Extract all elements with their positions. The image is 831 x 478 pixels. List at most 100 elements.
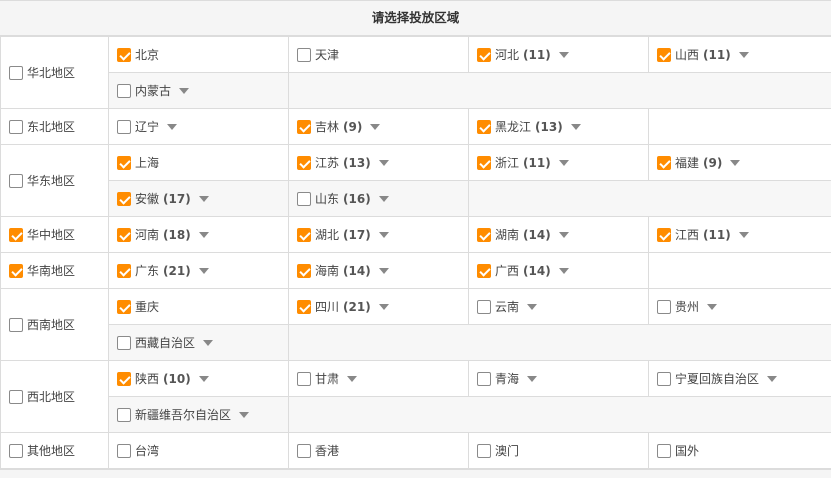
province-checkbox[interactable] [477, 48, 491, 62]
province-option[interactable]: 青海 [469, 361, 649, 397]
chevron-down-icon[interactable] [347, 376, 357, 382]
province-checkbox[interactable] [297, 192, 311, 206]
chevron-down-icon[interactable] [739, 52, 749, 58]
chevron-down-icon[interactable] [179, 88, 189, 94]
chevron-down-icon[interactable] [239, 412, 249, 418]
chevron-down-icon[interactable] [199, 232, 209, 238]
chevron-down-icon[interactable] [559, 268, 569, 274]
province-option[interactable]: 湖南(14) [469, 217, 649, 253]
region-cell-huabei[interactable]: 华北地区 [1, 37, 109, 109]
province-option[interactable]: 新疆维吾尔自治区 [109, 397, 289, 433]
province-checkbox[interactable] [657, 228, 671, 242]
chevron-down-icon[interactable] [379, 268, 389, 274]
province-checkbox[interactable] [297, 156, 311, 170]
province-option[interactable]: 澳门 [469, 433, 649, 469]
province-checkbox[interactable] [477, 120, 491, 134]
province-checkbox[interactable] [297, 48, 311, 62]
province-option[interactable]: 辽宁 [109, 109, 289, 145]
chevron-down-icon[interactable] [379, 196, 389, 202]
province-checkbox[interactable] [117, 336, 131, 350]
chevron-down-icon[interactable] [559, 52, 569, 58]
province-checkbox[interactable] [477, 372, 491, 386]
region-cell-huazhong[interactable]: 华中地区 [1, 217, 109, 253]
region-cell-huanan[interactable]: 华南地区 [1, 253, 109, 289]
region-cell-qita[interactable]: 其他地区 [1, 433, 109, 469]
chevron-down-icon[interactable] [203, 340, 213, 346]
region-cell-dongbei[interactable]: 东北地区 [1, 109, 109, 145]
chevron-down-icon[interactable] [379, 232, 389, 238]
province-checkbox[interactable] [117, 228, 131, 242]
province-option[interactable]: 天津 [289, 37, 469, 73]
province-checkbox[interactable] [657, 444, 671, 458]
province-option[interactable]: 广西(14) [469, 253, 649, 289]
province-option[interactable]: 安徽(17) [109, 181, 289, 217]
province-checkbox[interactable] [477, 300, 491, 314]
chevron-down-icon[interactable] [527, 376, 537, 382]
region-cell-huadong[interactable]: 华东地区 [1, 145, 109, 217]
chevron-down-icon[interactable] [370, 124, 380, 130]
province-option[interactable]: 湖北(17) [289, 217, 469, 253]
province-option[interactable]: 甘肃 [289, 361, 469, 397]
region-checkbox-huabei[interactable] [9, 66, 23, 80]
province-option[interactable]: 西藏自治区 [109, 325, 289, 361]
province-checkbox[interactable] [657, 300, 671, 314]
province-checkbox[interactable] [297, 264, 311, 278]
province-checkbox[interactable] [297, 300, 311, 314]
region-cell-xinan[interactable]: 西南地区 [1, 289, 109, 361]
chevron-down-icon[interactable] [730, 160, 740, 166]
region-checkbox-xinan[interactable] [9, 318, 23, 332]
province-checkbox[interactable] [657, 156, 671, 170]
province-checkbox[interactable] [117, 300, 131, 314]
region-cell-xibei[interactable]: 西北地区 [1, 361, 109, 433]
province-option[interactable]: 四川(21) [289, 289, 469, 325]
province-checkbox[interactable] [477, 156, 491, 170]
region-checkbox-xibei[interactable] [9, 390, 23, 404]
province-checkbox[interactable] [117, 156, 131, 170]
province-option[interactable]: 宁夏回族自治区 [649, 361, 831, 397]
region-checkbox-huanan[interactable] [9, 264, 23, 278]
province-option[interactable]: 贵州 [649, 289, 831, 325]
chevron-down-icon[interactable] [739, 232, 749, 238]
province-checkbox[interactable] [657, 48, 671, 62]
province-checkbox[interactable] [477, 228, 491, 242]
province-checkbox[interactable] [477, 264, 491, 278]
province-option[interactable]: 山东(16) [289, 181, 469, 217]
province-checkbox[interactable] [117, 372, 131, 386]
province-option[interactable]: 浙江(11) [469, 145, 649, 181]
chevron-down-icon[interactable] [767, 376, 777, 382]
province-checkbox[interactable] [117, 84, 131, 98]
province-checkbox[interactable] [117, 48, 131, 62]
region-checkbox-huazhong[interactable] [9, 228, 23, 242]
province-option[interactable]: 黑龙江(13) [469, 109, 649, 145]
chevron-down-icon[interactable] [199, 376, 209, 382]
province-option[interactable]: 吉林(9) [289, 109, 469, 145]
chevron-down-icon[interactable] [379, 160, 389, 166]
chevron-down-icon[interactable] [199, 196, 209, 202]
chevron-down-icon[interactable] [571, 124, 581, 130]
region-checkbox-qita[interactable] [9, 444, 23, 458]
province-option[interactable]: 海南(14) [289, 253, 469, 289]
province-checkbox[interactable] [297, 228, 311, 242]
chevron-down-icon[interactable] [527, 304, 537, 310]
province-option[interactable]: 福建(9) [649, 145, 831, 181]
province-option[interactable]: 香港 [289, 433, 469, 469]
province-option[interactable]: 台湾 [109, 433, 289, 469]
province-option[interactable]: 河南(18) [109, 217, 289, 253]
province-option[interactable]: 江苏(13) [289, 145, 469, 181]
chevron-down-icon[interactable] [707, 304, 717, 310]
province-option[interactable]: 陕西(10) [109, 361, 289, 397]
chevron-down-icon[interactable] [379, 304, 389, 310]
province-checkbox[interactable] [117, 192, 131, 206]
province-checkbox[interactable] [117, 408, 131, 422]
province-option[interactable]: 上海 [109, 145, 289, 181]
chevron-down-icon[interactable] [559, 232, 569, 238]
province-checkbox[interactable] [657, 372, 671, 386]
province-option[interactable]: 云南 [469, 289, 649, 325]
province-checkbox[interactable] [117, 444, 131, 458]
province-checkbox[interactable] [117, 264, 131, 278]
chevron-down-icon[interactable] [199, 268, 209, 274]
region-checkbox-dongbei[interactable] [9, 120, 23, 134]
province-option[interactable]: 内蒙古 [109, 73, 289, 109]
province-checkbox[interactable] [477, 444, 491, 458]
chevron-down-icon[interactable] [559, 160, 569, 166]
